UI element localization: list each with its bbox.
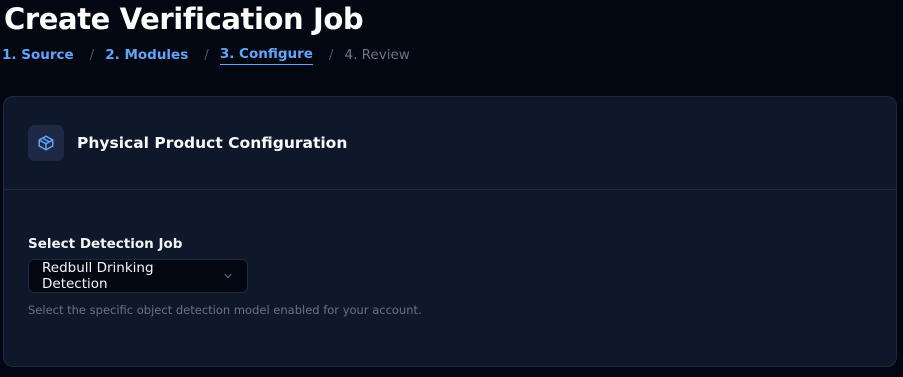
detection-job-selected-value: Redbull Drinking Detection bbox=[42, 260, 154, 292]
step-source[interactable]: 1. Source bbox=[2, 46, 74, 64]
step-modules[interactable]: 2. Modules bbox=[105, 46, 188, 64]
breadcrumb-separator: / bbox=[328, 47, 334, 63]
step-review: 4. Review bbox=[344, 47, 410, 63]
configuration-card: Physical Product Configuration Select De… bbox=[3, 96, 897, 367]
package-icon bbox=[28, 125, 64, 161]
breadcrumb-separator: / bbox=[204, 47, 209, 63]
chevron-down-icon bbox=[224, 274, 232, 278]
card-title: Physical Product Configuration bbox=[77, 134, 348, 152]
card-header: Physical Product Configuration bbox=[4, 97, 896, 190]
step-configure[interactable]: 3. Configure bbox=[219, 45, 313, 65]
breadcrumb-separator: / bbox=[89, 47, 95, 63]
card-body: Select Detection Job Redbull Drinking De… bbox=[4, 190, 896, 317]
page-title: Create Verification Job bbox=[4, 2, 364, 36]
detection-job-helper: Select the specific object detection mod… bbox=[28, 303, 422, 317]
detection-job-label: Select Detection Job bbox=[28, 236, 183, 252]
step-breadcrumb: 1. Source / 2. Modules / 3. Configure / … bbox=[2, 45, 410, 65]
detection-job-select[interactable]: Redbull Drinking Detection bbox=[28, 259, 248, 293]
